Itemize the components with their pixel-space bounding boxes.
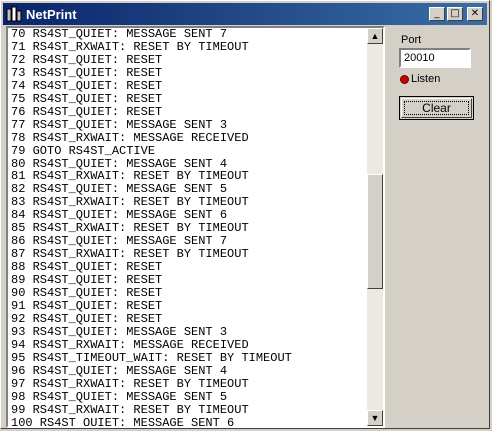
- log-line: 94 RS4ST_RXWAIT: MESSAGE RECEIVED: [11, 337, 249, 352]
- minimize-button[interactable]: _: [429, 7, 445, 21]
- log-line: 75 RS4ST_QUIET: RESET: [11, 91, 163, 106]
- listen-led-icon: [400, 74, 409, 84]
- log-lines: 70 RS4ST_QUIET: MESSAGE SENT 7 71 RS4ST_R…: [11, 27, 292, 428]
- scroll-down-button[interactable]: ▼: [367, 410, 383, 426]
- log-line: 100 RS4ST_QUIET: MESSAGE SENT 6: [11, 415, 235, 428]
- log-view[interactable]: 70 RS4ST_QUIET: MESSAGE SENT 7 71 RS4ST_R…: [6, 26, 385, 428]
- log-line: 78 RS4ST_RXWAIT: MESSAGE RECEIVED: [11, 130, 249, 145]
- log-line: 71 RS4ST_RXWAIT: RESET BY TIMEOUT: [11, 39, 249, 54]
- log-line: 76 RS4ST_QUIET: RESET: [11, 104, 163, 119]
- log-line: 73 RS4ST_QUIET: RESET: [11, 65, 163, 80]
- log-scrollbar[interactable]: ▲ ▼: [367, 28, 383, 426]
- scroll-thumb[interactable]: [367, 174, 383, 289]
- clear-button-focus-rect: [404, 101, 469, 115]
- log-line: 93 RS4ST_QUIET: MESSAGE SENT 3: [11, 324, 228, 339]
- log-line: 98 RS4ST_QUIET: MESSAGE SENT 5: [11, 389, 228, 404]
- clear-button[interactable]: Clear: [399, 96, 474, 120]
- log-line: 77 RS4ST_QUIET: MESSAGE SENT 3: [11, 117, 228, 132]
- log-line: 92 RS4ST_QUIET: RESET: [11, 311, 163, 326]
- close-button[interactable]: ✕: [467, 7, 483, 21]
- netprint-window: NetPrint _ □ ✕ 70 RS4ST_QUIET: MESSAGE S…: [0, 0, 490, 429]
- listen-label: Listen: [411, 73, 441, 85]
- log-line: 70 RS4ST_QUIET: MESSAGE SENT 7: [11, 27, 228, 41]
- log-line: 99 RS4ST_RXWAIT: RESET BY TIMEOUT: [11, 402, 249, 417]
- log-line: 96 RS4ST_QUIET: MESSAGE SENT 4: [11, 363, 228, 378]
- log-line: 95 RS4ST_TIMEOUT_WAIT: RESET BY TIMEOUT: [11, 350, 292, 365]
- maximize-button[interactable]: □: [447, 7, 463, 21]
- log-line: 97 RS4ST_RXWAIT: RESET BY TIMEOUT: [11, 376, 249, 391]
- log-line: 74 RS4ST_QUIET: RESET: [11, 78, 163, 93]
- log-line: 72 RS4ST_QUIET: RESET: [11, 52, 163, 67]
- port-label: Port: [401, 34, 422, 46]
- window-title: NetPrint: [26, 6, 77, 22]
- listen-indicator: Listen: [400, 73, 440, 85]
- scroll-up-button[interactable]: ▲: [367, 28, 383, 44]
- title-bar[interactable]: NetPrint _ □ ✕: [3, 3, 487, 25]
- port-input[interactable]: [399, 48, 471, 68]
- log-line: 79 GOTO RS4ST_ACTIVE: [11, 143, 156, 158]
- app-icon[interactable]: [6, 6, 22, 22]
